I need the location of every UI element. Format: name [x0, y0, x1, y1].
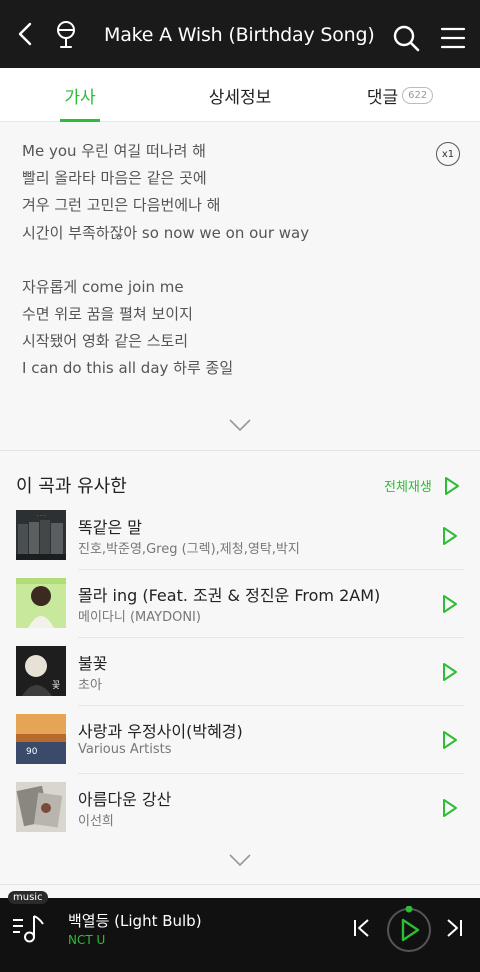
- tab-comments-label: 댓글: [366, 87, 399, 108]
- lyric-line: 자유롭게 come join me: [22, 278, 184, 296]
- similar-song-row[interactable]: 90 사랑과 우정사이(박혜경) Various Artists: [0, 706, 480, 774]
- play-icon[interactable]: [442, 730, 458, 750]
- song-detail-page: Make A Wish (Birthday Song) 가사 상세정보 댓글 6…: [0, 0, 480, 972]
- tab-details-label: 상세정보: [208, 87, 272, 108]
- play-pause-icon[interactable]: [386, 906, 432, 952]
- similar-section-title: 이 곡과 유사한: [16, 476, 127, 497]
- similar-song-row[interactable]: 몰라 ing (Feat. 조권 & 정진운 From 2AM) 메이다니 (M…: [0, 570, 480, 638]
- expand-lyrics-chevron-icon[interactable]: [228, 418, 252, 432]
- microphone-icon[interactable]: [52, 20, 80, 50]
- svg-text:꽃: 꽃: [52, 680, 60, 691]
- song-artist: 메이다니 (MAYDONI): [78, 610, 201, 625]
- chevron-left-icon[interactable]: [12, 20, 40, 48]
- playlist-icon[interactable]: [12, 912, 46, 944]
- lyric-line: 겨우 그런 고민은 다음번에나 해: [22, 196, 221, 214]
- play-icon[interactable]: [442, 662, 458, 682]
- song-title: 똑같은 말: [78, 518, 142, 537]
- svg-text:90: 90: [26, 747, 38, 757]
- active-tab-indicator: [60, 119, 100, 122]
- song-artist: 이선희: [78, 814, 114, 829]
- song-artist: Various Artists: [78, 742, 172, 757]
- lyric-line: 시간이 부족하잖아 so now we on our way: [22, 224, 310, 242]
- album-art: [16, 578, 66, 628]
- lyric-line: 수면 위로 꿈을 펼쳐 보이지: [22, 305, 193, 323]
- tab-details[interactable]: 상세정보: [160, 68, 320, 122]
- now-playing-artist: NCT U: [68, 933, 106, 947]
- tab-lyrics[interactable]: 가사: [0, 68, 160, 122]
- album-art: [16, 782, 66, 832]
- play-icon[interactable]: [442, 798, 458, 818]
- similar-song-row[interactable]: 아름다운 강산 이선희: [0, 774, 480, 842]
- search-icon[interactable]: [392, 24, 420, 52]
- lyric-line: 빨리 올라타 마음은 같은 곳에: [22, 169, 207, 187]
- play-icon[interactable]: [442, 594, 458, 614]
- tab-bar: 가사 상세정보 댓글 622: [0, 68, 480, 122]
- song-artist: 진호,박준영,Greg (그렉),제청,영탁,박지: [78, 542, 300, 557]
- music-tag: music: [8, 891, 48, 904]
- hamburger-menu-icon[interactable]: [440, 26, 466, 50]
- lyric-line: I can do this all day 하루 종일: [22, 359, 234, 377]
- tab-lyrics-label: 가사: [64, 87, 96, 108]
- song-title: 몰라 ing (Feat. 조권 & 정진운 From 2AM): [78, 586, 381, 605]
- song-title: 불꽃: [78, 654, 108, 673]
- section-divider: [0, 450, 480, 451]
- expand-similar-chevron-icon[interactable]: [228, 853, 252, 867]
- album-art: 90: [16, 714, 66, 764]
- song-title: 사랑과 우정사이(박혜경): [78, 722, 243, 741]
- comment-count-badge: 622: [402, 86, 434, 104]
- lyrics-speed-button[interactable]: x1: [436, 142, 460, 166]
- tab-comments[interactable]: 댓글 622: [320, 68, 480, 122]
- previous-track-icon[interactable]: [352, 918, 372, 938]
- song-title: 아름다운 강산: [78, 790, 172, 809]
- now-playing-title: 백열등 (Light Bulb): [68, 912, 202, 930]
- lyric-line: 시작됐어 영화 같은 스토리: [22, 332, 189, 350]
- album-art: · · ·: [16, 510, 66, 560]
- song-artist: 초아: [78, 678, 102, 693]
- play-all-icon[interactable]: [444, 476, 460, 496]
- play-icon[interactable]: [442, 526, 458, 546]
- mini-player[interactable]: 백열등 (Light Bulb) NCT U: [0, 898, 480, 972]
- song-title-header: Make A Wish (Birthday Song): [104, 24, 375, 46]
- svg-text:· · ·: · · ·: [37, 513, 45, 519]
- top-header: Make A Wish (Birthday Song): [0, 0, 480, 68]
- lyric-line: Me you 우린 여길 떠나려 해: [22, 142, 206, 160]
- section-divider: [0, 884, 480, 885]
- next-track-icon[interactable]: [444, 918, 464, 938]
- similar-song-row[interactable]: · · · 똑같은 말 진호,박준영,Greg (그렉),제청,영탁,박지: [0, 502, 480, 570]
- album-art: 꽃: [16, 646, 66, 696]
- play-all-button[interactable]: 전체재생: [384, 476, 432, 495]
- similar-song-row[interactable]: 꽃 불꽃 초아: [0, 638, 480, 706]
